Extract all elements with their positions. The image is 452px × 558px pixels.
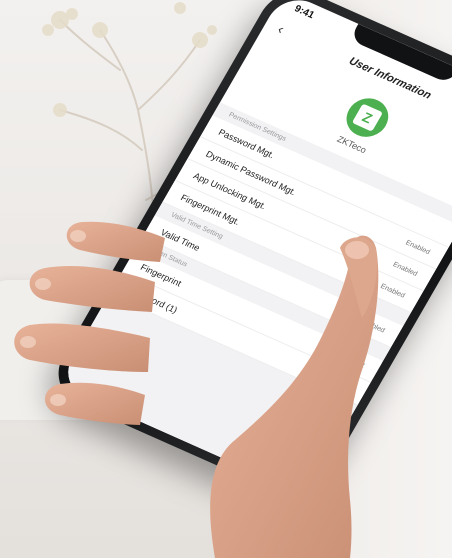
row-value: Permanent xyxy=(331,348,366,369)
phone-wrap: 9:41 ‹ User Information Z ZKTeco Permiss… xyxy=(0,0,452,558)
smartphone: 9:41 ‹ User Information Z ZKTeco Permiss… xyxy=(44,0,452,507)
brand-logo-icon: Z xyxy=(339,92,396,144)
row-value: Enabled xyxy=(404,239,432,256)
chevron-right-icon: › xyxy=(345,381,355,393)
row-value: Enabled xyxy=(391,260,419,278)
status-time: 9:41 xyxy=(292,3,317,22)
row-value: Enabled xyxy=(359,317,387,334)
row-value: Enabled xyxy=(379,282,407,300)
back-chevron-icon[interactable]: ‹ xyxy=(275,21,287,37)
logo-letter: Z xyxy=(351,103,383,132)
